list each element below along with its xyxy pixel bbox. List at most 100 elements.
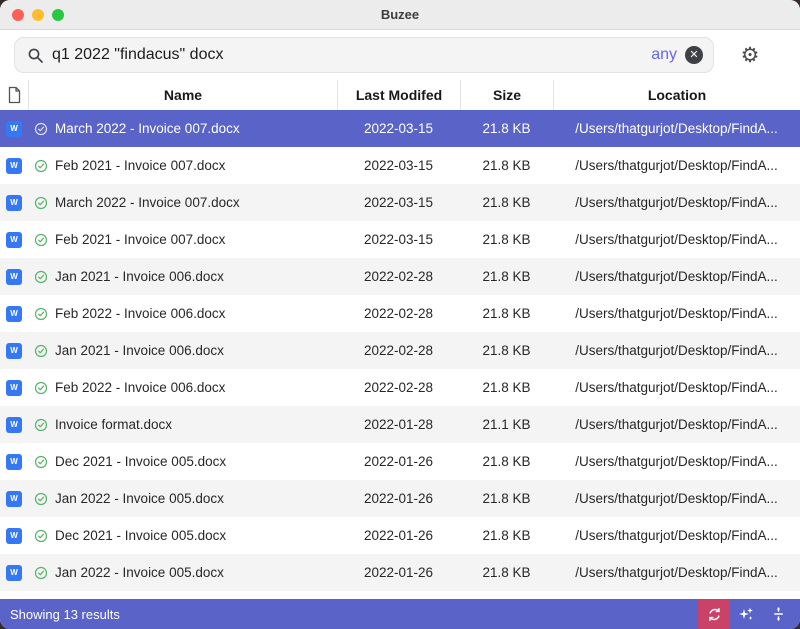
- table-row[interactable]: W Dec 2021 - Invoice 005.docx 2022-01-26…: [0, 443, 800, 480]
- word-file-icon: W: [6, 380, 22, 396]
- modified-date-cell: 2022-02-28: [337, 343, 460, 358]
- file-name-cell: Jan 2022 - Invoice 005.docx: [28, 491, 337, 506]
- file-name-cell: Dec 2021 - Invoice 005.docx: [28, 528, 337, 543]
- file-name: March 2022 - Invoice 007.docx: [55, 121, 240, 136]
- file-type-cell: W: [0, 491, 28, 507]
- file-name: Dec 2021 - Invoice 005.docx: [55, 528, 226, 543]
- file-name-cell: Jan 2021 - Invoice 006.docx: [28, 269, 337, 284]
- table-row[interactable]: W Feb 2021 - Invoice 007.docx 2022-03-15…: [0, 221, 800, 258]
- table-row[interactable]: W Jan 2022 - Invoice 005.docx 2022-01-26…: [0, 554, 800, 591]
- file-location-cell: /Users/thatgurjot/Desktop/FindA...: [553, 565, 800, 580]
- file-location-cell: /Users/thatgurjot/Desktop/FindA...: [553, 417, 800, 432]
- table-row[interactable]: W Jan 2021 - Invoice 006.docx 2022-02-28…: [0, 332, 800, 369]
- collapse-vertical-button[interactable]: [762, 599, 794, 629]
- table-row[interactable]: W Feb 2022 - Invoice 006.docx 2022-02-28…: [0, 295, 800, 332]
- check-circle-icon: [34, 455, 48, 469]
- modified-date-cell: 2022-01-26: [337, 565, 460, 580]
- minimize-window-button[interactable]: [32, 9, 44, 21]
- file-name-cell: March 2022 - Invoice 007.docx: [28, 195, 337, 210]
- modified-date-cell: 2022-03-15: [337, 121, 460, 136]
- search-section: any ✕ ⚙: [0, 30, 800, 80]
- file-name-cell: Feb 2021 - Invoice 007.docx: [28, 158, 337, 173]
- sparkles-button[interactable]: [730, 599, 762, 629]
- check-circle-icon: [34, 418, 48, 432]
- table-row[interactable]: W Feb 2022 - Invoice 006.docx 2022-02-28…: [0, 369, 800, 406]
- file-location-cell: /Users/thatgurjot/Desktop/FindA...: [553, 158, 800, 173]
- table-row[interactable]: W Jan 2021 - Invoice 006.docx 2022-02-28…: [0, 258, 800, 295]
- check-circle-icon: [34, 492, 48, 506]
- file-name: Feb 2021 - Invoice 007.docx: [55, 232, 225, 247]
- table-row[interactable]: W Feb 2021 - Invoice 007.docx 2022-03-15…: [0, 147, 800, 184]
- file-type-cell: W: [0, 528, 28, 544]
- file-name: March 2022 - Invoice 007.docx: [55, 195, 240, 210]
- window-controls: [12, 9, 64, 21]
- modified-date-cell: 2022-03-15: [337, 232, 460, 247]
- column-header-modified[interactable]: Last Modifed: [337, 80, 460, 110]
- table-row[interactable]: W Jan 2022 - Invoice 005.docx 2022-01-26…: [0, 480, 800, 517]
- file-name: Invoice format.docx: [55, 417, 172, 432]
- word-file-icon: W: [6, 454, 22, 470]
- close-window-button[interactable]: [12, 9, 24, 21]
- search-input[interactable]: [52, 46, 651, 64]
- column-header-location[interactable]: Location: [553, 80, 800, 110]
- check-circle-icon: [34, 233, 48, 247]
- file-size-cell: 21.8 KB: [460, 195, 553, 210]
- file-size-cell: 21.8 KB: [460, 306, 553, 321]
- file-size-cell: 21.8 KB: [460, 343, 553, 358]
- modified-date-cell: 2022-02-28: [337, 306, 460, 321]
- collapse-vertical-icon: [771, 606, 786, 622]
- modified-date-cell: 2022-03-15: [337, 158, 460, 173]
- table-header: Name Last Modifed Size Location: [0, 80, 800, 110]
- file-location-cell: /Users/thatgurjot/Desktop/FindA...: [553, 454, 800, 469]
- word-file-icon: W: [6, 158, 22, 174]
- search-filter-type[interactable]: any: [651, 46, 677, 64]
- table-row[interactable]: W Invoice format.docx 2022-01-28 21.1 KB…: [0, 406, 800, 443]
- check-circle-icon: [34, 344, 48, 358]
- gear-icon[interactable]: ⚙: [741, 45, 760, 66]
- file-size-cell: 21.8 KB: [460, 158, 553, 173]
- file-type-cell: W: [0, 417, 28, 433]
- file-name: Jan 2021 - Invoice 006.docx: [55, 343, 224, 358]
- file-name: Jan 2022 - Invoice 005.docx: [55, 565, 224, 580]
- file-name: Jan 2022 - Invoice 005.docx: [55, 491, 224, 506]
- modified-date-cell: 2022-02-28: [337, 269, 460, 284]
- word-file-icon: W: [6, 528, 22, 544]
- refresh-button[interactable]: [698, 599, 730, 629]
- table-row[interactable]: W Dec 2021 - Invoice 005.docx 2022-01-26…: [0, 517, 800, 554]
- title-bar: Buzee: [0, 0, 800, 30]
- word-file-icon: W: [6, 417, 22, 433]
- file-type-cell: W: [0, 269, 28, 285]
- refresh-icon: [707, 607, 722, 622]
- results-count: Showing 13 results: [10, 607, 698, 622]
- clear-search-icon[interactable]: ✕: [685, 46, 703, 64]
- word-file-icon: W: [6, 306, 22, 322]
- modified-date-cell: 2022-03-15: [337, 195, 460, 210]
- column-header-name[interactable]: Name: [28, 80, 337, 110]
- file-location-cell: /Users/thatgurjot/Desktop/FindA...: [553, 343, 800, 358]
- file-location-cell: /Users/thatgurjot/Desktop/FindA...: [553, 269, 800, 284]
- word-file-icon: W: [6, 195, 22, 211]
- file-name: Feb 2021 - Invoice 007.docx: [55, 158, 225, 173]
- zoom-window-button[interactable]: [52, 9, 64, 21]
- file-type-cell: W: [0, 232, 28, 248]
- file-name-cell: Jan 2021 - Invoice 006.docx: [28, 343, 337, 358]
- search-box[interactable]: any ✕: [14, 37, 714, 73]
- file-location-cell: /Users/thatgurjot/Desktop/FindA...: [553, 232, 800, 247]
- file-size-cell: 21.8 KB: [460, 232, 553, 247]
- file-location-cell: /Users/thatgurjot/Desktop/FindA...: [553, 121, 800, 136]
- file-name-cell: Invoice format.docx: [28, 417, 337, 432]
- file-location-cell: /Users/thatgurjot/Desktop/FindA...: [553, 491, 800, 506]
- file-name: Feb 2022 - Invoice 006.docx: [55, 380, 225, 395]
- table-row[interactable]: W March 2022 - Invoice 007.docx 2022-03-…: [0, 110, 800, 147]
- table-row[interactable]: W March 2022 - Invoice 007.docx 2022-03-…: [0, 184, 800, 221]
- file-name: Dec 2021 - Invoice 005.docx: [55, 454, 226, 469]
- file-size-cell: 21.8 KB: [460, 121, 553, 136]
- column-header-file-type[interactable]: [0, 80, 28, 110]
- word-file-icon: W: [6, 269, 22, 285]
- file-size-cell: 21.8 KB: [460, 491, 553, 506]
- file-size-cell: 21.1 KB: [460, 417, 553, 432]
- check-circle-icon: [34, 159, 48, 173]
- file-name-cell: Jan 2022 - Invoice 005.docx: [28, 565, 337, 580]
- file-type-cell: W: [0, 195, 28, 211]
- column-header-size[interactable]: Size: [460, 80, 553, 110]
